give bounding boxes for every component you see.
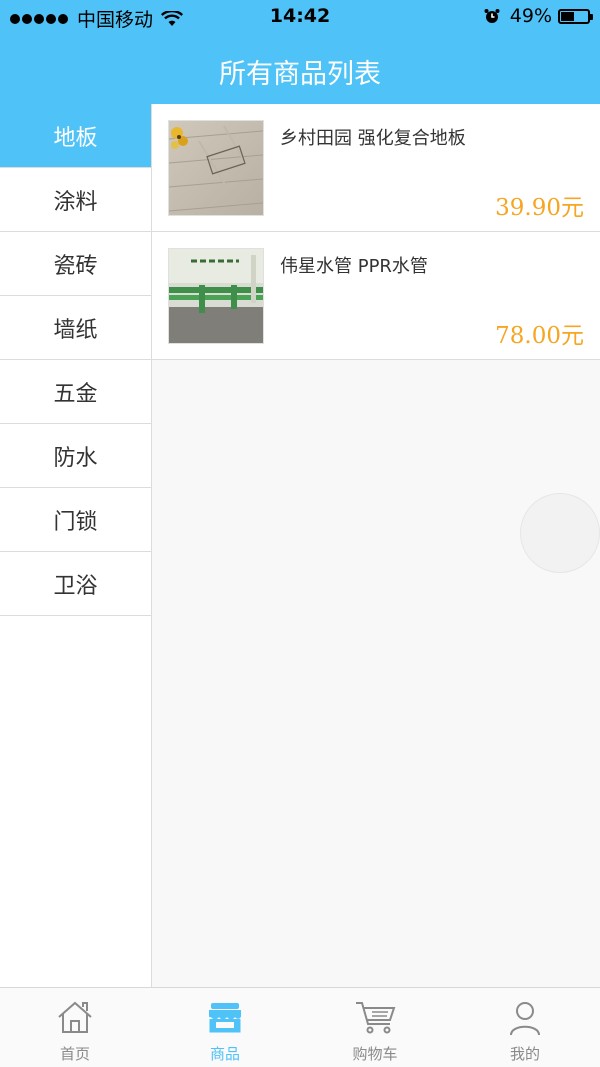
floating-circle-button[interactable]: [520, 493, 600, 573]
alarm-icon: [484, 9, 500, 23]
product-price: 78.00元: [495, 323, 584, 349]
tab-products[interactable]: 商品: [150, 988, 300, 1067]
product-price: 39.90元: [495, 195, 584, 221]
status-bar: 中国移动 14:42 49%: [0, 0, 600, 34]
tab-cart[interactable]: 购物车: [300, 988, 450, 1067]
battery-icon: [558, 8, 593, 24]
product-name: 伟星水管 PPR水管: [280, 256, 428, 277]
product-name: 乡村田园 强化复合地板: [280, 128, 466, 149]
category-item-hardware[interactable]: 五金: [0, 360, 151, 424]
battery-percent: 49%: [509, 5, 552, 27]
home-icon: [58, 1001, 92, 1033]
app-screen: 中国移动 14:42 49% 所有商品列表 地板 涂料 瓷砖 墙纸 五金 防水 …: [0, 0, 600, 1067]
category-sidebar: 地板 涂料 瓷砖 墙纸 五金 防水 门锁 卫浴: [0, 104, 152, 987]
tab-label-products: 商品: [209, 1045, 240, 1063]
category-item-locks[interactable]: 门锁: [0, 488, 151, 552]
category-item-tile[interactable]: 瓷砖: [0, 232, 151, 296]
category-item-flooring[interactable]: 地板: [0, 104, 151, 168]
tab-label-cart: 购物车: [352, 1045, 398, 1063]
product-card[interactable]: 伟星水管 PPR水管 78.00元: [152, 232, 600, 360]
category-item-bathroom[interactable]: 卫浴: [0, 552, 151, 616]
category-item-wallpaper[interactable]: 墙纸: [0, 296, 151, 360]
tab-label-home: 首页: [59, 1045, 90, 1063]
cart-icon: [356, 1002, 396, 1034]
product-image-flooring: [168, 120, 264, 216]
page-title: 所有商品列表: [219, 59, 381, 90]
product-card[interactable]: 乡村田园 强化复合地板 39.90元: [152, 104, 600, 232]
status-right: 49%: [484, 5, 593, 27]
product-image-water-pipe: [168, 248, 264, 344]
tab-bar: 首页 商品 购物车 我的: [0, 987, 600, 1067]
tab-me[interactable]: 我的: [450, 988, 600, 1067]
category-item-waterproofing[interactable]: 防水: [0, 424, 151, 488]
user-icon: [510, 1002, 540, 1036]
nav-header: 所有商品列表: [0, 34, 600, 104]
tab-home[interactable]: 首页: [0, 988, 150, 1067]
category-item-paint[interactable]: 涂料: [0, 168, 151, 232]
tab-label-me: 我的: [509, 1045, 540, 1063]
shop-icon: [209, 1003, 241, 1033]
